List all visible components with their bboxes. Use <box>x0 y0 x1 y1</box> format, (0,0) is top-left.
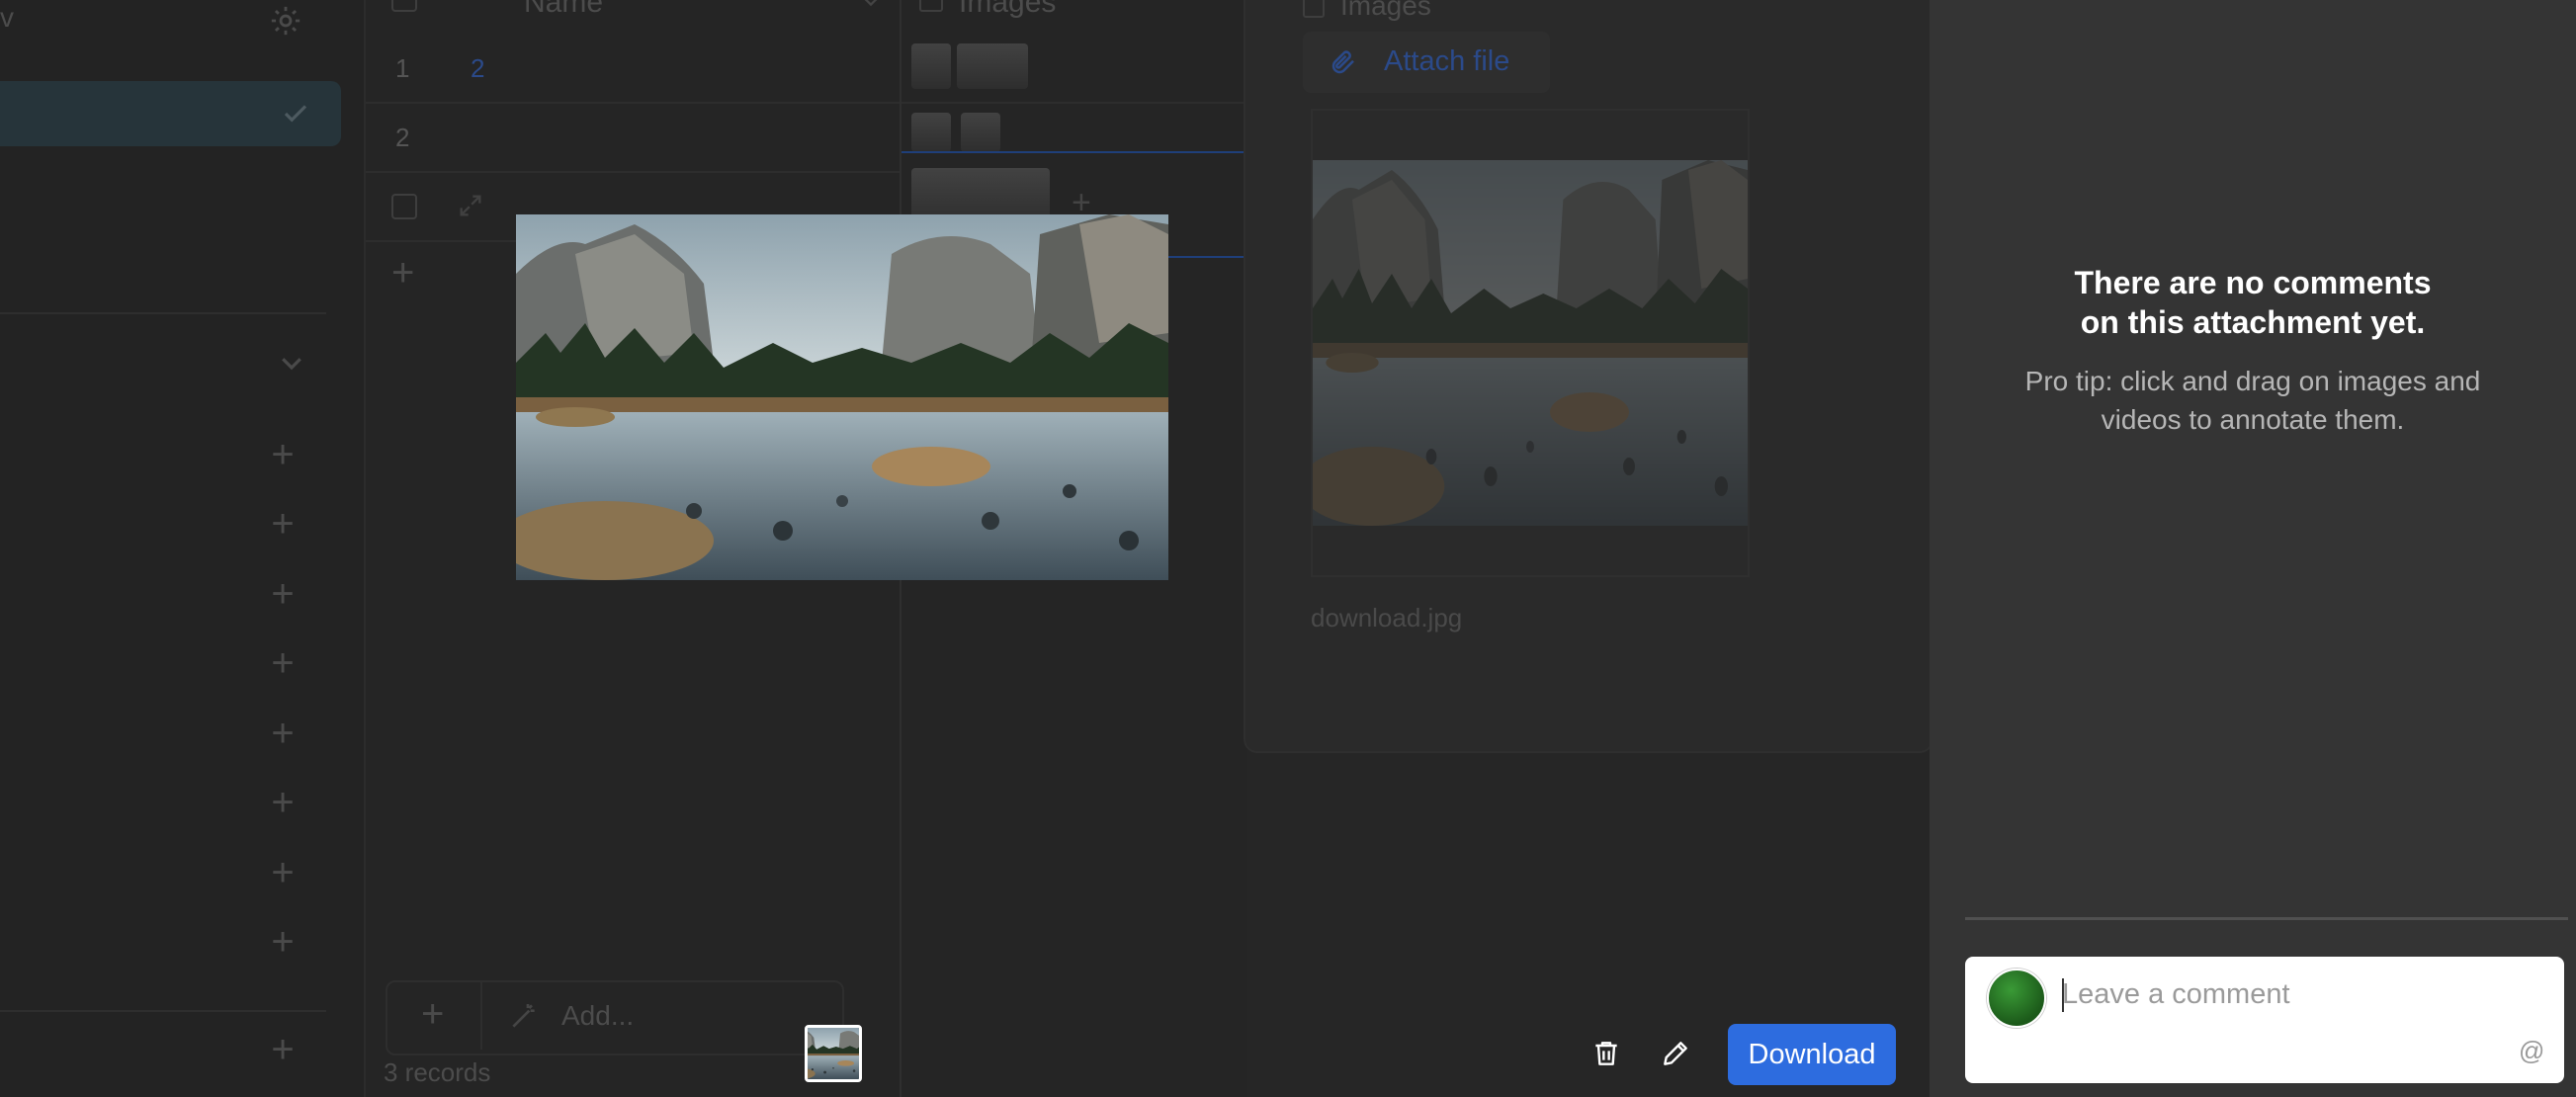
field-type-icon <box>919 0 943 12</box>
sidebar-add-icon[interactable]: + <box>265 574 301 614</box>
row-number: 1 <box>395 53 410 83</box>
add-ai-button[interactable]: Add... <box>561 1000 634 1032</box>
image-thumbnail[interactable] <box>911 43 951 89</box>
table-cell[interactable]: 2 <box>471 53 484 84</box>
chevron-down-icon[interactable] <box>860 0 882 12</box>
delete-button[interactable] <box>1584 1031 1629 1076</box>
attachment-image[interactable] <box>516 214 1168 580</box>
check-icon <box>284 105 307 123</box>
sidebar-divider <box>0 1010 326 1012</box>
sidebar-add-icon[interactable]: + <box>265 783 301 822</box>
image-thumbnail[interactable] <box>961 113 1000 152</box>
empty-comments-title: There are no comments on this attachment… <box>2074 265 2432 340</box>
image-thumbnail[interactable] <box>957 43 1028 89</box>
field-type-icon <box>1303 0 1325 18</box>
attachment-preview[interactable] <box>1313 160 1748 526</box>
gear-icon[interactable] <box>269 4 302 38</box>
sidebar-add-icon[interactable]: + <box>265 853 301 892</box>
record-field-label: Images <box>1340 0 1431 21</box>
avatar <box>1987 969 2046 1028</box>
add-icon[interactable]: + <box>421 992 444 1037</box>
attach-file-label: Attach file <box>1384 45 1510 77</box>
empty-comments-tip: Pro tip: click and drag on images and vi… <box>2024 366 2481 435</box>
attachment-frame <box>1311 109 1750 577</box>
paperclip-icon <box>1331 50 1354 74</box>
row-checkbox[interactable] <box>391 194 417 219</box>
attachment-filename: download.jpg <box>1311 603 1463 633</box>
name-column-header[interactable]: Name <box>524 0 603 20</box>
sidebar-add-icon[interactable]: + <box>265 1030 301 1069</box>
records-count: 3 records <box>384 1057 491 1087</box>
sidebar-divider <box>0 312 326 314</box>
chevron-down-icon[interactable] <box>277 348 306 378</box>
expanded-record-card: Images Attach file download.jpg <box>1244 0 1930 753</box>
sidebar-add-icon[interactable]: + <box>265 714 301 753</box>
sidebar-add-icon[interactable]: + <box>265 643 301 683</box>
comment-composer: @ <box>1965 957 2564 1083</box>
magic-wand-icon <box>512 1004 535 1028</box>
download-button[interactable]: Download <box>1728 1024 1896 1085</box>
select-all-checkbox[interactable] <box>391 0 417 12</box>
text-caret <box>2062 978 2064 1012</box>
sidebar-truncated-text: v <box>0 2 14 33</box>
comments-panel: There are no comments on this attachment… <box>1930 0 2576 1097</box>
add-row-icon[interactable]: + <box>391 251 414 295</box>
sidebar-add-icon[interactable]: + <box>265 922 301 962</box>
row-number: 2 <box>395 123 410 152</box>
trash-icon <box>1595 1042 1617 1065</box>
comments-divider <box>1965 917 2568 920</box>
mention-button[interactable]: @ <box>2519 1036 2544 1066</box>
comment-input[interactable] <box>2062 972 2497 1016</box>
expand-icon[interactable] <box>457 192 484 219</box>
sidebar: v + + + + + + + + + <box>0 0 366 1097</box>
attach-file-button[interactable]: Attach file <box>1303 32 1550 93</box>
sidebar-add-icon[interactable]: + <box>265 504 301 544</box>
pencil-icon <box>1664 1042 1687 1065</box>
sidebar-add-icon[interactable]: + <box>265 435 301 474</box>
filmstrip-thumbnail[interactable] <box>805 1025 862 1082</box>
edit-button[interactable] <box>1653 1031 1698 1076</box>
images-column-header[interactable]: Images <box>959 0 1056 20</box>
image-thumbnail[interactable] <box>911 113 951 152</box>
